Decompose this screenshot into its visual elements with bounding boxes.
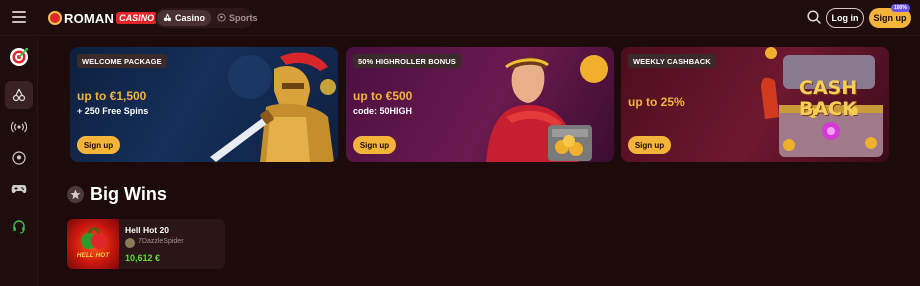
promo-subtext: + 250 Free Spins bbox=[77, 106, 149, 116]
promo-tag: WELCOME PACKAGE bbox=[77, 54, 167, 68]
promo-card-highroller[interactable]: 50% HIGHROLLER BONUS up to €500 code: 50… bbox=[346, 47, 614, 162]
sidebar-item-sports[interactable] bbox=[5, 144, 33, 172]
star-icon bbox=[67, 186, 84, 203]
headset-support-icon bbox=[13, 220, 25, 234]
gamepad-icon bbox=[11, 185, 27, 194]
promo-signup-button[interactable]: Sign up bbox=[77, 136, 120, 154]
roman-emperor-illustration bbox=[486, 55, 608, 162]
user-avatar bbox=[125, 238, 135, 248]
logo-subtext: CASINO bbox=[116, 12, 158, 24]
game-thumbnail-art bbox=[81, 227, 107, 249]
tab-sports-label: Sports bbox=[229, 13, 258, 23]
live-broadcast-icon bbox=[11, 121, 27, 133]
sidebar-item-support[interactable] bbox=[5, 213, 33, 241]
login-button[interactable]: Log in bbox=[826, 8, 864, 28]
game-thumbnail-text: HELL HOT bbox=[76, 252, 110, 259]
win-game-name: Hell Hot 20 bbox=[125, 225, 169, 235]
sidebar-item-esports[interactable] bbox=[5, 175, 33, 203]
logo[interactable]: ROMAN CASINO bbox=[48, 9, 158, 27]
promo-headline: up to 25% bbox=[628, 95, 685, 109]
big-win-card[interactable]: HELL HOT Hell Hot 20 7DazzleSpider 10,61… bbox=[67, 219, 225, 269]
promo-card-welcome[interactable]: WELCOME PACKAGE up to €1,500 + 250 Free … bbox=[70, 47, 338, 162]
promo-signup-button[interactable]: Sign up bbox=[628, 136, 671, 154]
sidebar-item-live[interactable] bbox=[5, 113, 33, 141]
promo-card-cashback[interactable]: CASH BACK WEEKLY CASHBACK up to 25% Sign… bbox=[621, 47, 889, 162]
tab-casino-label: Casino bbox=[175, 13, 206, 23]
top-bar: ROMAN CASINO Casino Sports Log in Sign u… bbox=[0, 0, 920, 36]
cherries-icon bbox=[12, 88, 26, 102]
target-dart-icon bbox=[10, 48, 28, 66]
helmet-logo-icon bbox=[48, 11, 62, 25]
cherries-icon bbox=[163, 13, 172, 24]
logo-text: ROMAN bbox=[64, 10, 115, 26]
cashback-art-text-2: BACK bbox=[799, 98, 857, 120]
promo-tag: 50% HIGHROLLER BONUS bbox=[353, 54, 461, 68]
mode-switch: Casino Sports bbox=[155, 8, 258, 28]
spartan-warrior-illustration bbox=[210, 52, 336, 162]
promo-tag: WEEKLY CASHBACK bbox=[628, 54, 716, 68]
soccer-ball-icon bbox=[12, 151, 26, 165]
signup-badge: 100% bbox=[891, 4, 910, 12]
search-icon[interactable] bbox=[806, 9, 822, 25]
tab-sports[interactable]: Sports bbox=[211, 10, 264, 26]
sidebar-item-casino[interactable] bbox=[5, 81, 33, 109]
soccer-ball-icon bbox=[217, 12, 226, 24]
menu-icon[interactable] bbox=[12, 11, 26, 23]
sidebar-item-promotions[interactable] bbox=[5, 43, 33, 71]
win-amount: 10,612 € bbox=[125, 253, 161, 263]
tab-casino[interactable]: Casino bbox=[157, 10, 212, 26]
promo-signup-button[interactable]: Sign up bbox=[353, 136, 396, 154]
section-title: Big Wins bbox=[90, 184, 167, 204]
promo-headline: up to €1,500 bbox=[77, 89, 147, 103]
promo-headline: up to €500 bbox=[353, 89, 413, 103]
sidebar bbox=[0, 37, 38, 286]
cashback-art-text-1: CASH bbox=[799, 77, 858, 99]
game-thumbnail: HELL HOT bbox=[67, 219, 119, 269]
win-username: 7DazzleSpider bbox=[138, 238, 184, 245]
promo-subtext: code: 50HIGH bbox=[353, 106, 413, 116]
